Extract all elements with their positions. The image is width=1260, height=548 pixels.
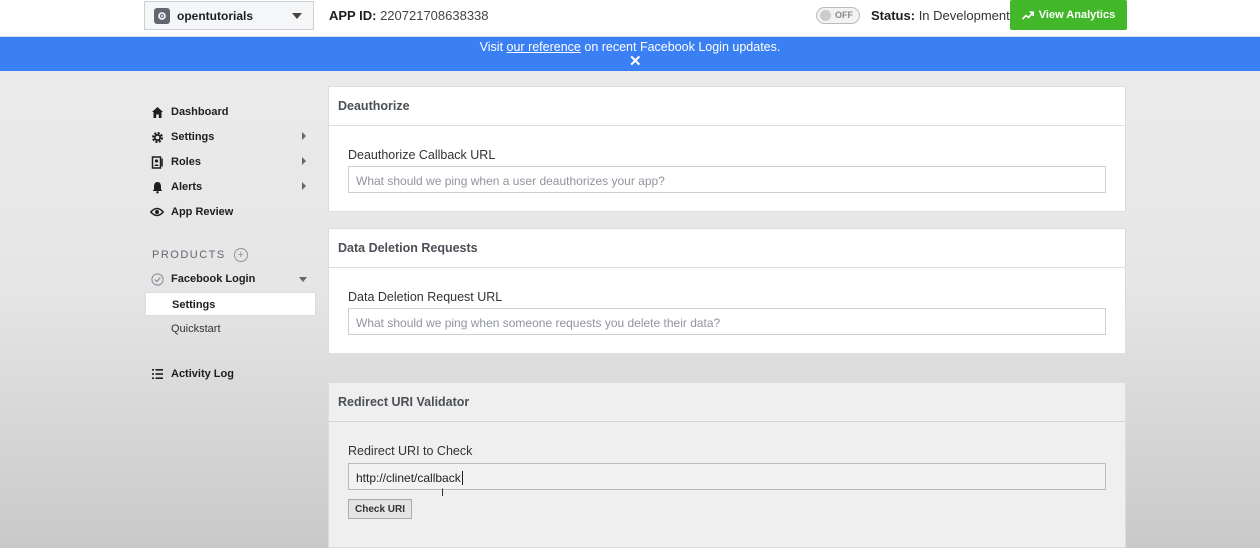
chevron-right-icon	[302, 182, 306, 190]
sidebar-item-facebook-login[interactable]: Facebook Login	[150, 272, 255, 286]
chevron-right-icon	[302, 157, 306, 165]
list-icon	[150, 367, 164, 381]
redirect-uri-input[interactable]: http://clinet/callback	[348, 463, 1106, 490]
sidebar-item-label: Settings	[171, 131, 215, 143]
chevron-down-icon	[292, 13, 302, 19]
check-circle-icon	[150, 272, 164, 286]
sidebar-item-label: Alerts	[171, 181, 203, 193]
view-analytics-button[interactable]: View Analytics	[1010, 0, 1127, 30]
text-cursor-icon: I	[441, 487, 445, 499]
app-name: opentutorials	[177, 8, 254, 23]
toggle-label: OFF	[835, 10, 853, 20]
sidebar-item-alerts[interactable]: Alerts	[150, 180, 202, 194]
sidebar-item-dashboard[interactable]: Dashboard	[150, 105, 228, 119]
sidebar-subitem-quickstart[interactable]: Quickstart	[171, 323, 221, 335]
toggle-knob	[820, 10, 831, 21]
app-id-label: APP ID:	[329, 8, 377, 23]
add-product-icon[interactable]: +	[233, 248, 248, 262]
roles-icon	[150, 155, 164, 169]
redirect-uri-label: Redirect URI to Check	[348, 444, 473, 458]
banner-text: Visit our reference on recent Facebook L…	[0, 40, 1260, 54]
sidebar-item-settings[interactable]: Settings	[150, 130, 214, 144]
redirect-uri-value: http://clinet/callback	[356, 471, 461, 485]
banner-prefix: Visit	[479, 40, 507, 54]
live-mode-toggle[interactable]: OFF	[816, 7, 860, 24]
data-deletion-url-label: Data Deletion Request URL	[348, 290, 503, 304]
deauthorize-callback-input[interactable]: What should we ping when a user deauthor…	[348, 166, 1106, 193]
deauthorize-panel: Deauthorize Deauthorize Callback URL Wha…	[328, 86, 1126, 212]
text-caret	[461, 471, 463, 485]
deauthorize-callback-label: Deauthorize Callback URL	[348, 148, 496, 162]
app-status: Status: In Development	[871, 8, 1010, 23]
app-selector[interactable]: opentutorials	[144, 1, 314, 30]
data-deletion-title: Data Deletion Requests	[329, 229, 1125, 268]
sidebar-item-roles[interactable]: Roles	[150, 155, 201, 169]
sidebar-item-label: Facebook Login	[171, 273, 256, 285]
redirect-uri-validator-panel: Redirect URI Validator Redirect URI to C…	[328, 382, 1126, 548]
reference-link[interactable]: our reference	[507, 40, 581, 54]
app-gear-icon	[154, 7, 170, 24]
bell-icon	[150, 180, 164, 194]
status-value: In Development	[918, 8, 1010, 23]
top-bar: opentutorials APP ID: 220721708638338 OF…	[0, 0, 1260, 37]
eye-icon	[150, 205, 164, 219]
app-id: APP ID: 220721708638338	[329, 8, 489, 23]
sidebar-item-label: Activity Log	[171, 368, 234, 380]
check-uri-button[interactable]: Check URI	[348, 499, 412, 519]
banner-suffix: on recent Facebook Login updates.	[580, 40, 781, 54]
data-deletion-url-input[interactable]: What should we ping when someone request…	[348, 308, 1106, 335]
sidebar-item-activity-log[interactable]: Activity Log	[150, 367, 234, 381]
trend-up-icon	[1021, 10, 1034, 20]
sidebar-item-label: Dashboard	[171, 106, 229, 118]
home-icon	[150, 105, 164, 119]
sidebar-item-label: Roles	[171, 156, 201, 168]
app-id-value: 220721708638338	[380, 8, 489, 23]
view-analytics-label: View Analytics	[1038, 9, 1116, 21]
gear-icon	[150, 130, 164, 144]
products-header: PRODUCTS +	[152, 248, 248, 262]
sidebar-item-app-review[interactable]: App Review	[150, 205, 233, 219]
sidebar-subitem-settings[interactable]: Settings	[145, 292, 316, 316]
chevron-down-icon	[299, 277, 307, 282]
redirect-validator-title: Redirect URI Validator	[329, 383, 1125, 422]
deauthorize-title: Deauthorize	[329, 87, 1125, 126]
updates-banner: Visit our reference on recent Facebook L…	[0, 37, 1260, 71]
sidebar-item-label: App Review	[171, 206, 234, 218]
status-label: Status:	[871, 8, 916, 23]
close-icon[interactable]: ✕	[629, 54, 642, 69]
chevron-right-icon	[302, 132, 306, 140]
products-label: PRODUCTS	[152, 249, 226, 261]
data-deletion-panel: Data Deletion Requests Data Deletion Req…	[328, 228, 1126, 354]
